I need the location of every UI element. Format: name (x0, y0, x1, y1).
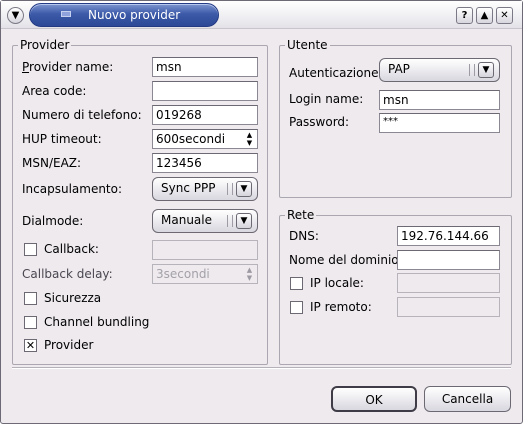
spin-arrows-icon[interactable]: ▲ ▼ (243, 131, 256, 147)
login-label: Login name: (289, 92, 364, 106)
auth-combo[interactable]: PAP ▼ (379, 58, 500, 82)
window-title: Nuovo provider (88, 8, 181, 22)
local-ip-checkbox[interactable] (290, 277, 303, 290)
ok-button[interactable]: OK (331, 386, 417, 412)
login-input[interactable]: msn (379, 90, 500, 110)
password-input[interactable]: *** (379, 113, 500, 133)
title-bar: ▼ Nuovo provider ? ▲ ✕ (1, 1, 522, 29)
channel-bundling-label: Channel bundling (44, 315, 150, 329)
encapsulation-value: Sync PPP (161, 181, 216, 195)
cancel-button[interactable]: Cancella (424, 386, 511, 412)
callback-delay-spinbox: 3secondi ▲ ▼ (152, 264, 258, 284)
msn-eaz-input[interactable]: 123456 (152, 153, 258, 173)
hup-timeout-spinbox[interactable]: 600secondi ▲ ▼ (152, 129, 258, 149)
dialmode-label: Dialmode: (22, 214, 84, 228)
help-icon[interactable]: ? (456, 7, 473, 24)
password-label: Password: (289, 115, 350, 129)
dialog-window: ▼ Nuovo provider ? ▲ ✕ Provider Provider… (0, 0, 523, 424)
remote-ip-label: IP remoto: (310, 300, 372, 314)
shade-icon[interactable]: ▲ (476, 7, 493, 24)
provider-checkbox-label: Provider (44, 338, 94, 352)
phone-input[interactable]: 019268 (152, 105, 258, 125)
domain-label: Nome del dominio: (289, 253, 403, 267)
chevron-down-icon[interactable]: ▼ (236, 213, 252, 229)
chevron-down-icon[interactable]: ▼ (236, 181, 252, 197)
dialmode-value: Manuale (161, 213, 212, 227)
area-code-input[interactable] (152, 81, 258, 101)
encapsulation-combo[interactable]: Sync PPP ▼ (152, 177, 258, 201)
provider-name-label: Provider name: (22, 60, 114, 74)
rete-group-label: Rete (285, 208, 317, 222)
security-label: Sicurezza (44, 291, 102, 305)
dialmode-combo[interactable]: Manuale ▼ (152, 209, 258, 233)
grip-icon (469, 64, 475, 76)
local-ip-label: IP locale: (310, 276, 364, 290)
dns-input[interactable]: 192.76.144.66 (397, 226, 500, 246)
local-ip-input (397, 273, 500, 293)
hup-timeout-value: 600secondi (156, 132, 226, 146)
callback-delay-label: Callback delay: (22, 267, 113, 281)
provider-checkbox[interactable]: ✕ (24, 339, 37, 352)
utente-group-label: Utente (285, 38, 330, 52)
callback-label: Callback: (44, 242, 99, 256)
grip-icon (227, 183, 233, 195)
hup-timeout-label: HUP timeout: (22, 132, 102, 146)
encapsulation-label: Incapsulamento: (22, 182, 123, 196)
msn-eaz-label: MSN/EAZ: (22, 156, 82, 170)
dns-label: DNS: (289, 229, 319, 243)
security-checkbox[interactable] (24, 292, 37, 305)
area-code-label: Area code: (22, 84, 87, 98)
auth-value: PAP (388, 62, 410, 76)
callback-input (152, 240, 258, 260)
separator (12, 367, 511, 369)
chevron-down-icon[interactable]: ▼ (478, 62, 494, 78)
spin-arrows-icon: ▲ ▼ (246, 266, 253, 282)
remote-ip-input (397, 297, 500, 317)
callback-delay-value: 3secondi (156, 267, 210, 281)
window-menu-icon[interactable]: ▼ (7, 7, 24, 24)
close-icon[interactable]: ✕ (496, 7, 513, 24)
auth-label: Autenticazione: (289, 66, 383, 80)
channel-bundling-checkbox[interactable] (24, 316, 37, 329)
grip-icon (227, 215, 233, 227)
domain-input[interactable] (397, 250, 500, 270)
phone-label: Numero di telefono: (22, 108, 142, 122)
provider-group-label: Provider (18, 38, 72, 52)
provider-name-label-text: rovider name: (29, 60, 114, 74)
app-icon (61, 11, 71, 17)
window-title-pill: Nuovo provider (29, 3, 219, 27)
provider-name-input[interactable]: msn (152, 57, 258, 77)
callback-checkbox[interactable] (24, 243, 37, 256)
remote-ip-checkbox[interactable] (290, 301, 303, 314)
